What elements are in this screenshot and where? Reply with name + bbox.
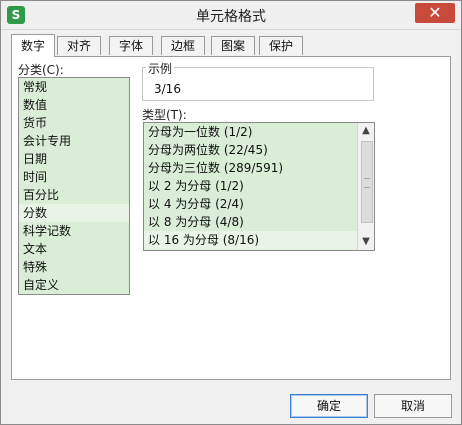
category-item[interactable]: 自定义: [19, 276, 129, 294]
format-cells-dialog: S 单元格格式 ✕ 数字 对齐 字体 边框 图案 保护 分类(C): 常规 数值货…: [0, 0, 462, 425]
scroll-up-icon[interactable]: ▲: [358, 123, 374, 139]
category-listbox[interactable]: 常规 数值 货币 会计专用 日期 时间 百分比 分数 科学记数 文本 特殊 自定义: [18, 77, 130, 295]
scroll-grip-icon: [364, 178, 370, 188]
type-item[interactable]: 分母为一位数 (1/2): [144, 123, 374, 141]
category-label: 分类(C):: [18, 63, 64, 77]
type-items: 分母为一位数 (1/2) 分母为两位数 (22/45) 分母为三位数 (289/59…: [144, 123, 374, 249]
tab-alignment[interactable]: 对齐: [57, 36, 101, 55]
scroll-thumb[interactable]: [361, 141, 373, 223]
dialog-title: 单元格格式: [196, 9, 266, 25]
cancel-button[interactable]: 取消: [374, 394, 452, 418]
type-scrollbar[interactable]: ▲ ▼: [357, 123, 374, 250]
type-item[interactable]: 以 2 为分母 (1/2): [144, 177, 374, 195]
tab-pattern[interactable]: 图案: [211, 36, 255, 55]
category-item[interactable]: 特殊: [19, 258, 129, 276]
close-button[interactable]: ✕: [415, 3, 455, 23]
close-icon: ✕: [428, 3, 442, 22]
category-item[interactable]: 货币: [19, 114, 129, 132]
sample-label: 示例: [146, 60, 175, 77]
category-item[interactable]: 常规: [19, 78, 129, 96]
tab-number[interactable]: 数字: [11, 34, 55, 57]
tab-font[interactable]: 字体: [109, 36, 153, 55]
type-item[interactable]: 以 16 为分母 (8/16): [144, 231, 374, 249]
title-bar: S 单元格格式 ✕: [1, 1, 461, 30]
category-item[interactable]: 数值: [19, 96, 129, 114]
ok-button[interactable]: 确定: [290, 394, 368, 418]
type-item[interactable]: 以 4 为分母 (2/4): [144, 195, 374, 213]
sample-value: 3/16: [154, 82, 181, 96]
category-item[interactable]: 文本: [19, 240, 129, 258]
category-item[interactable]: 分数: [19, 204, 129, 222]
type-label: 类型(T):: [142, 108, 187, 122]
tab-border[interactable]: 边框: [161, 36, 205, 55]
scroll-down-icon[interactable]: ▼: [358, 234, 374, 250]
number-tab-panel: 分类(C): 常规 数值 货币 会计专用 日期 时间 百分比 分数 科学记数 文本 特殊 自定义 示例…: [11, 56, 451, 380]
category-item[interactable]: 会计专用: [19, 132, 129, 150]
type-item[interactable]: 以 8 为分母 (4/8): [144, 213, 374, 231]
type-listbox[interactable]: 分母为一位数 (1/2) 分母为两位数 (22/45) 分母为三位数 (289/59…: [143, 122, 375, 251]
tab-protection[interactable]: 保护: [259, 36, 303, 55]
category-item[interactable]: 百分比: [19, 186, 129, 204]
category-item[interactable]: 科学记数: [19, 222, 129, 240]
type-item[interactable]: 分母为两位数 (22/45): [144, 141, 374, 159]
category-item[interactable]: 时间: [19, 168, 129, 186]
type-item[interactable]: 分母为三位数 (289/591): [144, 159, 374, 177]
category-item[interactable]: 日期: [19, 150, 129, 168]
